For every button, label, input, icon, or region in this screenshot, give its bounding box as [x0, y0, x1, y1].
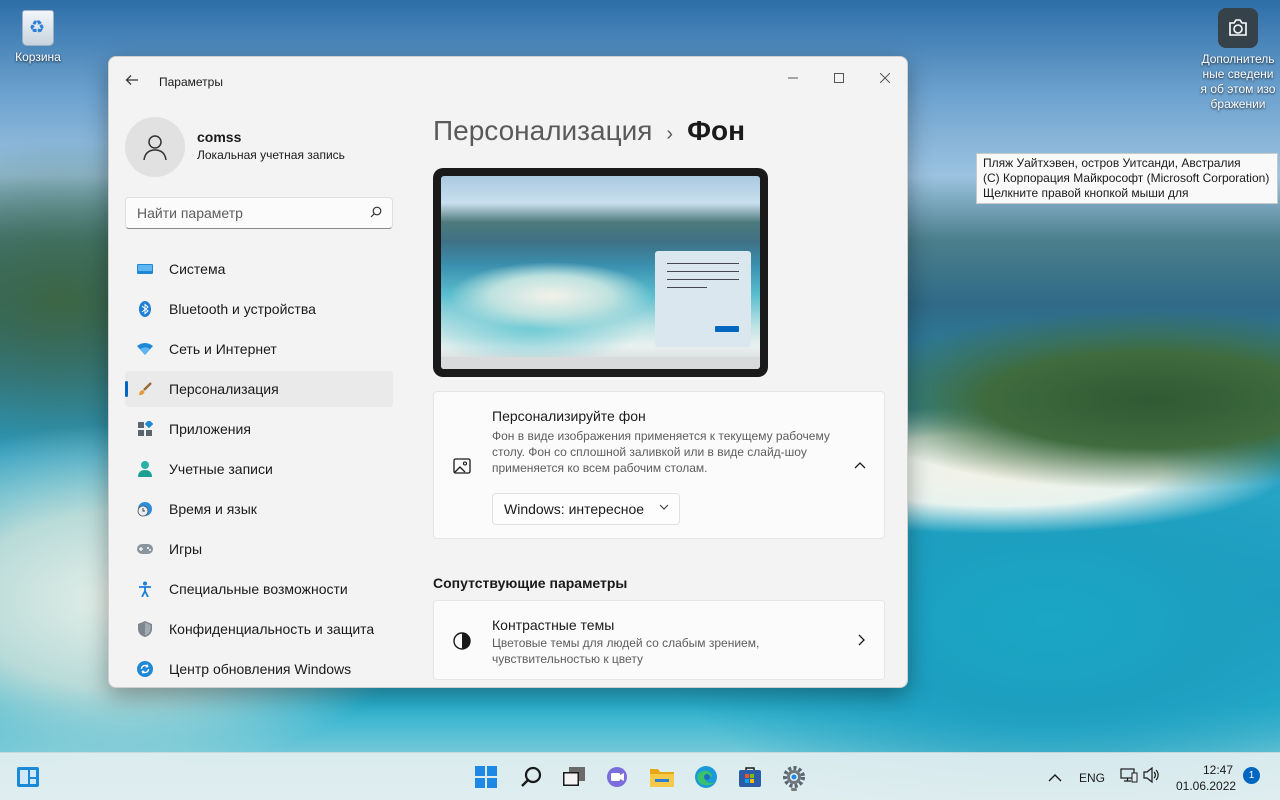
minimize-button[interactable]	[770, 63, 816, 93]
task-view-icon[interactable]	[558, 761, 590, 793]
search-icon[interactable]	[370, 206, 382, 221]
running-indicator	[791, 788, 797, 791]
tooltip-line: Щелкните правой кнопкой мыши для	[983, 186, 1189, 200]
window-title: Параметры	[159, 75, 223, 89]
search-input[interactable]: Найти параметр	[125, 197, 393, 229]
personalize-background-card: Персонализируйте фон Фон в виде изображе…	[433, 391, 885, 539]
start-icon[interactable]	[470, 761, 502, 793]
close-button[interactable]	[862, 63, 907, 93]
search-placeholder: Найти параметр	[137, 205, 243, 221]
recycle-bin-icon	[22, 10, 54, 46]
contrast-icon	[452, 631, 472, 651]
clock-date[interactable]: 01.06.2022	[1176, 779, 1236, 793]
sidebar-item-label: Bluetooth и устройства	[169, 301, 316, 317]
widgets-button[interactable]	[12, 761, 44, 793]
search-icon[interactable]	[516, 761, 548, 793]
preview-taskbar	[441, 357, 760, 369]
person-icon	[137, 461, 153, 477]
volume-icon[interactable]	[1143, 766, 1161, 788]
sidebar-item-label: Сеть и Интернет	[169, 341, 277, 357]
sidebar-item-accounts[interactable]: Учетные записи	[125, 451, 393, 487]
arrow-left-icon[interactable]	[125, 73, 141, 89]
sidebar-item-label: Учетные записи	[169, 461, 273, 477]
related-settings-title: Сопутствующие параметры	[433, 575, 628, 591]
desktop-icon-spotlight[interactable]: Дополнительные сведения об этом изображе…	[1200, 8, 1276, 112]
sidebar-item-time-language[interactable]: Время и язык	[125, 491, 393, 527]
chevron-right-icon	[858, 633, 866, 649]
bluetooth-icon	[137, 301, 153, 317]
file-explorer-icon[interactable]	[646, 761, 678, 793]
maximize-button[interactable]	[816, 63, 862, 93]
tooltip-line: (C) Корпорация Майкрософт (Microsoft Cor…	[983, 171, 1270, 185]
sidebar-item-label: Персонализация	[169, 381, 279, 397]
settings-icon[interactable]	[778, 761, 810, 793]
wifi-icon	[137, 341, 153, 357]
accessibility-icon	[137, 581, 153, 597]
chevron-up-icon[interactable]	[1048, 770, 1062, 788]
contrast-card-description: Цветовые темы для людей со слабым зрение…	[492, 636, 760, 666]
background-card-description: Фон в виде изображения применяется к тек…	[492, 429, 830, 475]
recycle-bin-label: Корзина	[15, 50, 61, 64]
sidebar-item-label: Центр обновления Windows	[169, 661, 352, 677]
profile-name: comss	[197, 129, 242, 145]
avatar[interactable]	[125, 117, 185, 177]
settings-window: Параметры comss Локальная учетная запись…	[108, 56, 908, 688]
background-preview	[433, 168, 768, 377]
chat-icon[interactable]	[602, 761, 634, 793]
desktop-icon-recycle-bin[interactable]: Корзина	[8, 10, 68, 64]
spotlight-label: Дополнительные сведения об этом изображе…	[1200, 52, 1276, 111]
notification-badge[interactable]: 1	[1243, 767, 1260, 784]
contrast-themes-card[interactable]: Контрастные темы Цветовые темы для людей…	[433, 600, 885, 680]
preview-image	[441, 176, 760, 369]
profile-account-type: Локальная учетная запись	[197, 148, 345, 162]
sidebar-item-network[interactable]: Сеть и Интернет	[125, 331, 393, 367]
apps-icon	[137, 421, 153, 437]
sidebar-item-label: Время и язык	[169, 501, 257, 517]
sidebar-item-label: Система	[169, 261, 226, 277]
image-icon	[452, 456, 472, 476]
globe-clock-icon	[137, 501, 153, 517]
preview-window-mock	[655, 251, 751, 347]
sidebar-item-label: Специальные возможности	[169, 581, 348, 597]
sidebar-item-system[interactable]: Система	[125, 251, 393, 287]
breadcrumb-separator: ›	[666, 123, 674, 145]
sidebar-item-apps[interactable]: Приложения	[125, 411, 393, 447]
spotlight-tooltip: Пляж Уайтхэвен, остров Уитсанди, Австрал…	[976, 153, 1278, 204]
sidebar-item-label: Конфиденциальность и защита	[169, 621, 375, 637]
sidebar-item-gaming[interactable]: Игры	[125, 531, 393, 567]
shield-icon	[137, 621, 153, 637]
display-icon	[137, 261, 153, 277]
title-bar[interactable]: Параметры	[109, 57, 907, 105]
sidebar-item-bluetooth[interactable]: Bluetooth и устройства	[125, 291, 393, 327]
chevron-up-icon[interactable]	[854, 456, 866, 472]
taskbar: ENG 12:47 01.06.2022	[0, 752, 1280, 800]
sidebar-item-personalization[interactable]: Персонализация	[125, 371, 393, 407]
tooltip-line: Пляж Уайтхэвен, остров Уитсанди, Австрал…	[983, 156, 1241, 170]
sidebar-item-label: Игры	[169, 541, 203, 557]
edge-icon[interactable]	[690, 761, 722, 793]
camera-icon	[1218, 8, 1258, 48]
contrast-card-title: Контрастные темы	[492, 617, 615, 633]
sidebar-item-accessibility[interactable]: Специальные возможности	[125, 571, 393, 607]
background-type-dropdown[interactable]: Windows: интересное	[492, 493, 680, 525]
sidebar-item-label: Приложения	[169, 421, 251, 437]
background-card-title: Персонализируйте фон	[492, 408, 646, 424]
breadcrumb-parent[interactable]: Персонализация	[433, 115, 652, 146]
language-indicator[interactable]: ENG	[1079, 771, 1105, 785]
network-icon[interactable]	[1120, 767, 1138, 788]
sidebar-nav: Система Bluetooth и устройства Сеть и Ин…	[125, 251, 393, 687]
gamepad-icon	[137, 541, 153, 557]
brush-icon	[137, 381, 153, 397]
store-icon[interactable]	[734, 761, 766, 793]
breadcrumb: Персонализация › Фон	[433, 115, 745, 147]
dropdown-value: Windows: интересное	[504, 501, 645, 517]
sidebar-item-privacy[interactable]: Конфиденциальность и защита	[125, 611, 393, 647]
update-icon	[137, 661, 153, 677]
sidebar-item-windows-update[interactable]: Центр обновления Windows	[125, 651, 393, 687]
clock-time[interactable]: 12:47	[1203, 763, 1233, 777]
chevron-down-icon	[659, 502, 669, 513]
page-title: Фон	[687, 115, 746, 146]
